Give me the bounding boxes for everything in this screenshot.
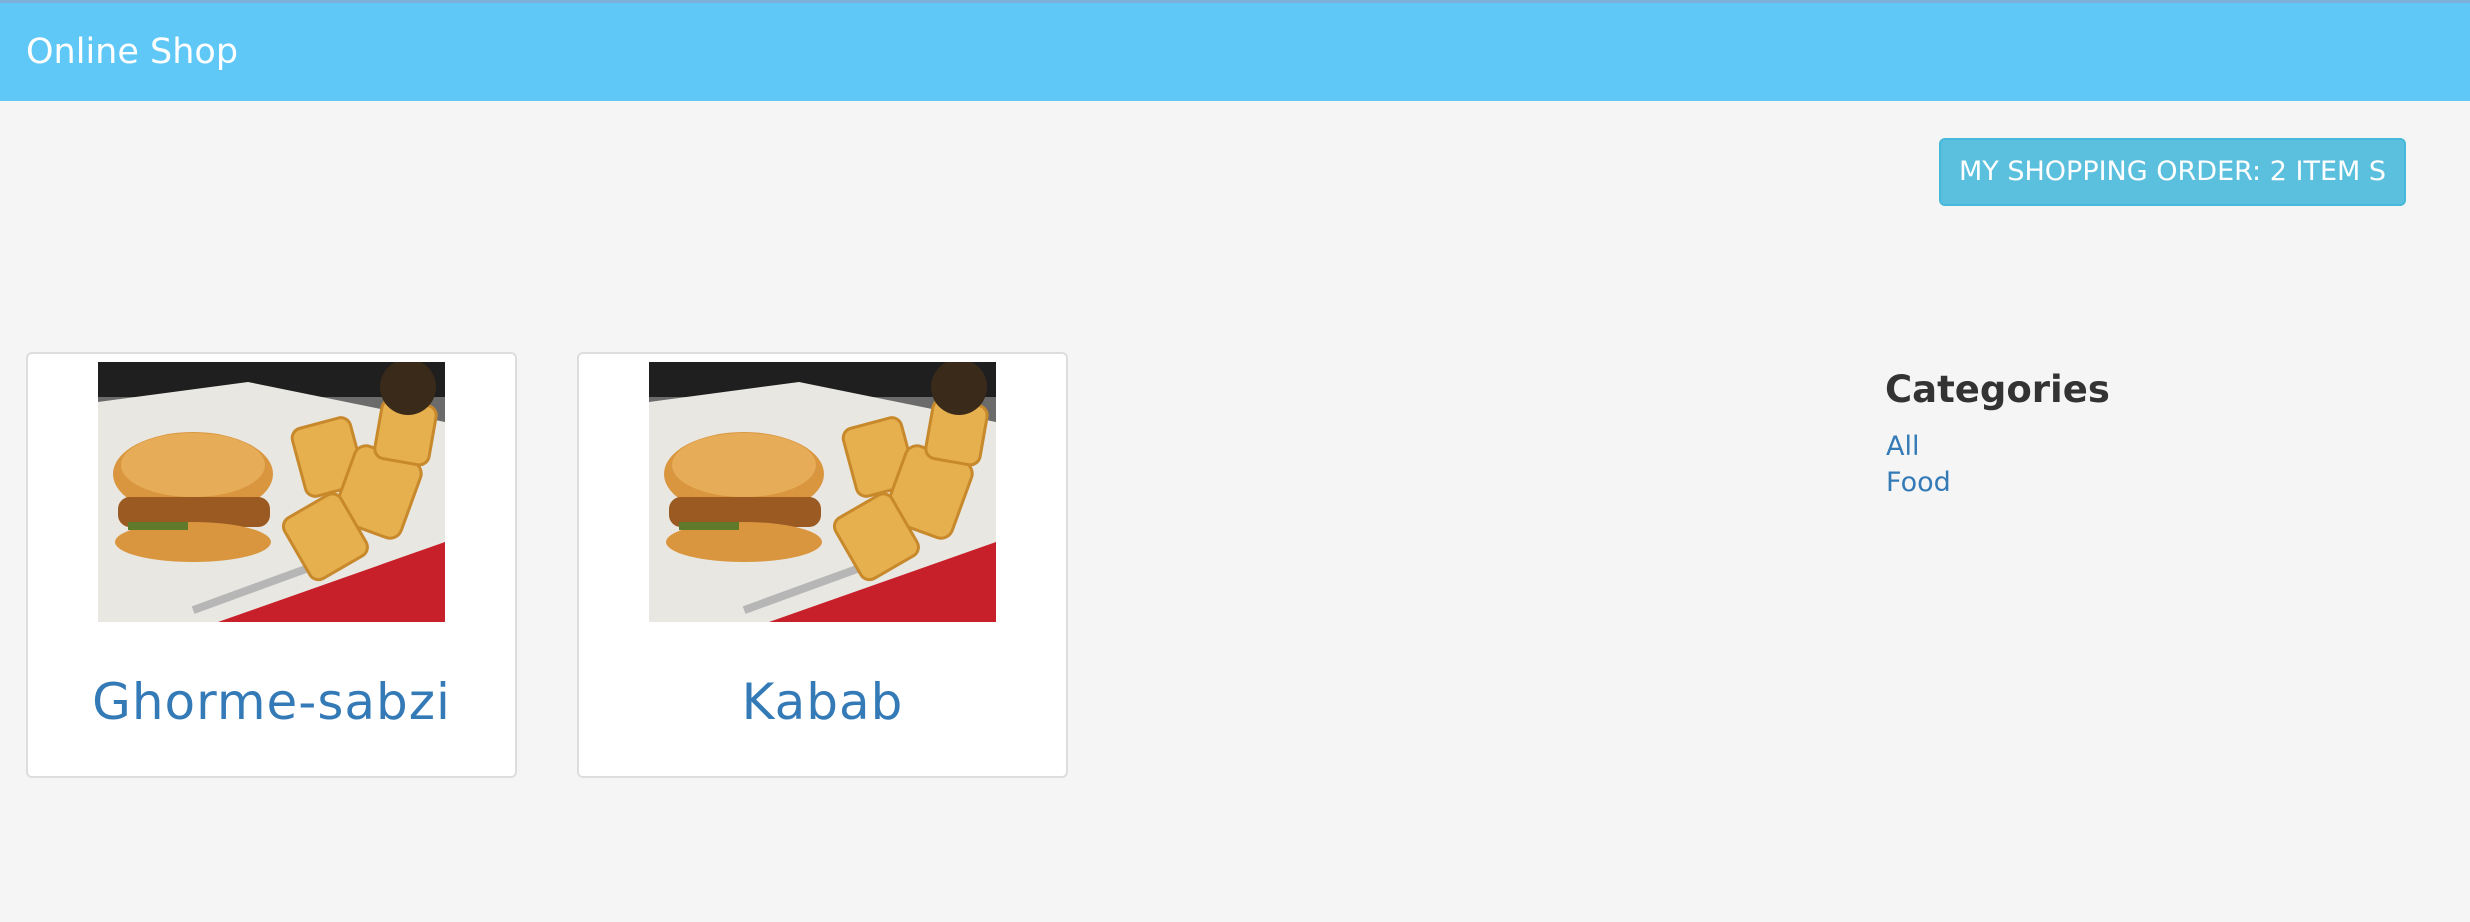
product-card[interactable]: Ghorme-sabzi	[26, 352, 517, 778]
category-link-food[interactable]: Food	[1886, 466, 1951, 500]
shopping-order-button[interactable]: MY SHOPPING ORDER: 2 ITEM S	[1939, 138, 2406, 206]
product-name-link[interactable]: Ghorme-sabzi	[28, 672, 515, 732]
brand-link[interactable]: Online Shop	[26, 30, 238, 74]
product-image[interactable]	[98, 362, 445, 622]
top-navbar: Online Shop	[0, 0, 2470, 101]
categories-heading: Categories	[1885, 368, 2110, 411]
category-link-all[interactable]: All	[1886, 430, 1919, 464]
product-name-link[interactable]: Kabab	[579, 672, 1066, 732]
product-card[interactable]: Kabab	[577, 352, 1068, 778]
product-image[interactable]	[649, 362, 996, 622]
